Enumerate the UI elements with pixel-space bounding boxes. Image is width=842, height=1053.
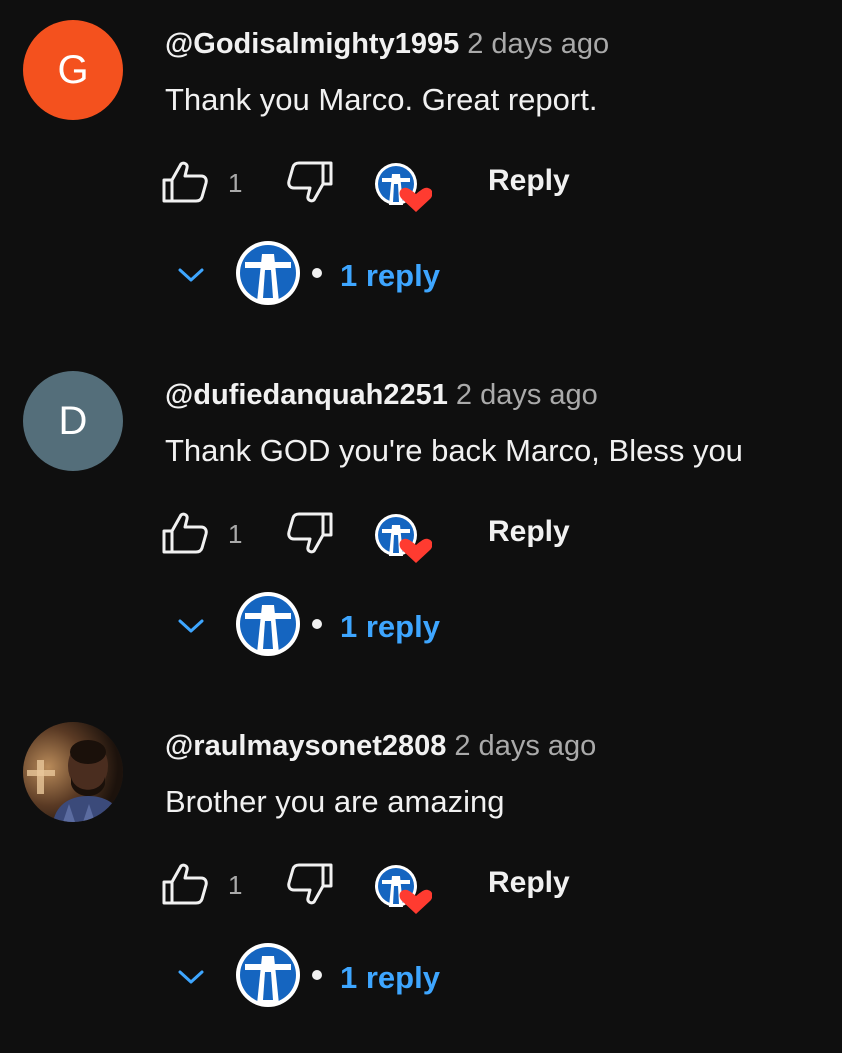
creator-heart-icon [375,514,432,563]
separator-dot [312,619,322,629]
comment-thread: @raulmaysonet2808 2 days ago Brother you … [0,702,842,1053]
comment-actions: 1 Reply [160,150,780,212]
lighthouse-avatar-icon [236,592,300,656]
comment-header: @dufiedanquah2251 2 days ago [165,379,598,412]
chevron-down-icon [178,619,204,633]
chevron-down-icon [178,268,204,282]
view-replies-button[interactable]: 1 reply [175,240,575,310]
comment-timestamp[interactable]: 2 days ago [456,379,598,411]
like-count: 1 [228,870,243,900]
comment-text: Thank you Marco. Great report. [165,82,598,117]
comment-header: @raulmaysonet2808 2 days ago [165,730,596,763]
comment-text: Brother you are amazing [165,784,505,819]
reply-count-link[interactable]: 1 reply [340,609,440,645]
thumbs-down-icon[interactable] [285,160,335,204]
avatar[interactable]: D [23,371,123,471]
reply-count-link[interactable]: 1 reply [340,960,440,996]
comment-header: @Godisalmighty1995 2 days ago [165,28,609,61]
thumbs-up-icon[interactable] [160,862,210,906]
reply-button[interactable]: Reply [488,164,570,198]
thumbs-up-icon[interactable] [160,511,210,555]
comment-author[interactable]: @raulmaysonet2808 [165,730,446,762]
avatar[interactable]: G [23,20,123,120]
lighthouse-avatar-icon [236,943,300,1007]
comment-author[interactable]: @Godisalmighty1995 [165,28,459,60]
thumbs-down-icon[interactable] [285,862,335,906]
reply-button[interactable]: Reply [488,866,570,900]
comment-thread: G @Godisalmighty1995 2 days ago Thank you… [0,0,842,351]
separator-dot [312,970,322,980]
thumbs-up-icon[interactable] [160,160,210,204]
chevron-down-icon [178,970,204,984]
avatar[interactable] [23,722,123,822]
separator-dot [312,268,322,278]
comment-actions: 1 Reply [160,501,780,563]
comment-thread: D @dufiedanquah2251 2 days ago Thank GOD … [0,351,842,702]
lighthouse-avatar-icon [236,241,300,305]
comment-timestamp[interactable]: 2 days ago [467,28,609,60]
view-replies-button[interactable]: 1 reply [175,591,575,661]
profile-photo-icon [23,722,123,822]
creator-heart-icon [375,865,432,914]
like-count: 1 [228,168,243,198]
comment-author[interactable]: @dufiedanquah2251 [165,379,448,411]
view-replies-button[interactable]: 1 reply [175,942,575,1012]
thumbs-down-icon[interactable] [285,511,335,555]
reply-count-link[interactable]: 1 reply [340,258,440,294]
comment-actions: 1 Reply [160,852,780,914]
reply-button[interactable]: Reply [488,515,570,549]
creator-heart-icon [375,163,432,212]
like-count: 1 [228,519,243,549]
comment-timestamp[interactable]: 2 days ago [454,730,596,762]
comment-text: Thank GOD you're back Marco, Bless you [165,433,743,468]
